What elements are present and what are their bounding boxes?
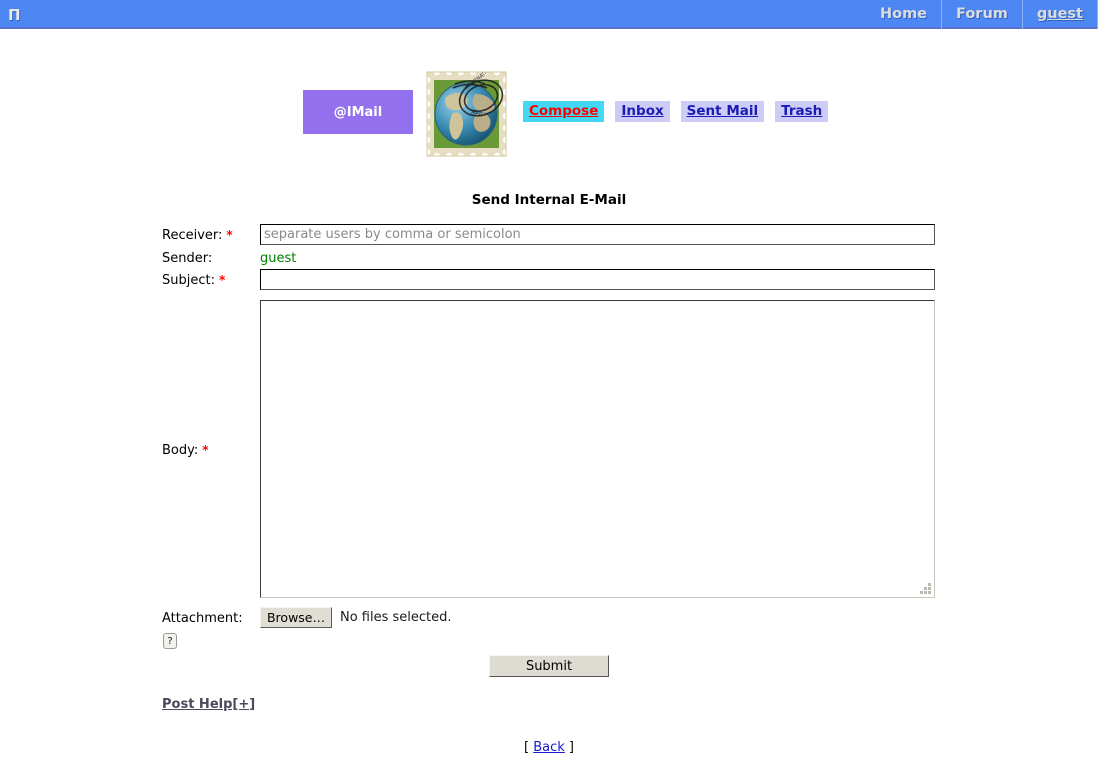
receiver-input[interactable]	[260, 224, 935, 245]
subject-required-marker: *	[218, 273, 226, 287]
mail-navigation: Compose Inbox Sent Mail Trash	[523, 101, 829, 122]
attachment-help-icon[interactable]: ?	[163, 633, 177, 649]
body-required-marker: *	[202, 443, 209, 457]
receiver-label-text: Receiver:	[162, 228, 223, 243]
mail-nav-trash[interactable]: Trash	[775, 101, 829, 122]
submit-button[interactable]: Submit	[489, 655, 609, 677]
body-textarea[interactable]	[260, 300, 935, 598]
top-bar: Π Home Forum guest	[0, 0, 1098, 29]
postage-stamp-globe-icon: INTERNATIONAL MAIL	[423, 68, 510, 160]
mail-nav-sent-mail[interactable]: Sent Mail	[680, 101, 765, 122]
post-help-link[interactable]: Post Help[+]	[162, 697, 255, 712]
sender-value: guest	[260, 251, 297, 266]
body-label-text: Body:	[162, 443, 199, 458]
subject-label-text: Subject:	[162, 273, 215, 288]
mail-nav-compose[interactable]: Compose	[523, 101, 605, 122]
sender-label-text: Sender:	[162, 251, 213, 266]
site-logo-icon[interactable]: Π	[8, 6, 21, 24]
receiver-label: Receiver: *	[162, 228, 233, 243]
body-label: Body: *	[162, 443, 209, 458]
imail-brand-badge[interactable]: @IMail	[303, 90, 413, 134]
mail-nav-inbox[interactable]: Inbox	[615, 101, 670, 122]
sender-label: Sender:	[162, 251, 212, 266]
top-nav-home[interactable]: Home	[866, 0, 943, 29]
footer-back-area: [ Back ]	[0, 740, 1098, 755]
bracket-open: [	[524, 740, 530, 755]
attachment-label: Attachment:	[162, 611, 243, 626]
subject-input[interactable]	[260, 269, 935, 290]
top-nav-forum[interactable]: Forum	[942, 0, 1023, 29]
receiver-required-marker: *	[226, 228, 233, 242]
back-link[interactable]: Back	[533, 740, 565, 755]
top-navigation: Home Forum guest	[866, 0, 1098, 29]
header-brand-row: @IMail INTERNATIONAL MAIL Compose Inbox …	[0, 68, 1098, 163]
top-nav-guest[interactable]: guest	[1023, 0, 1098, 29]
imail-brand-label: @IMail	[333, 104, 383, 120]
bracket-close: ]	[568, 740, 574, 755]
page-title: Send Internal E-Mail	[471, 192, 627, 208]
attachment-label-text: Attachment:	[162, 611, 243, 626]
browse-button[interactable]: Browse…	[260, 607, 332, 628]
attachment-status: No files selected.	[340, 610, 452, 625]
subject-label: Subject: *	[162, 273, 225, 288]
